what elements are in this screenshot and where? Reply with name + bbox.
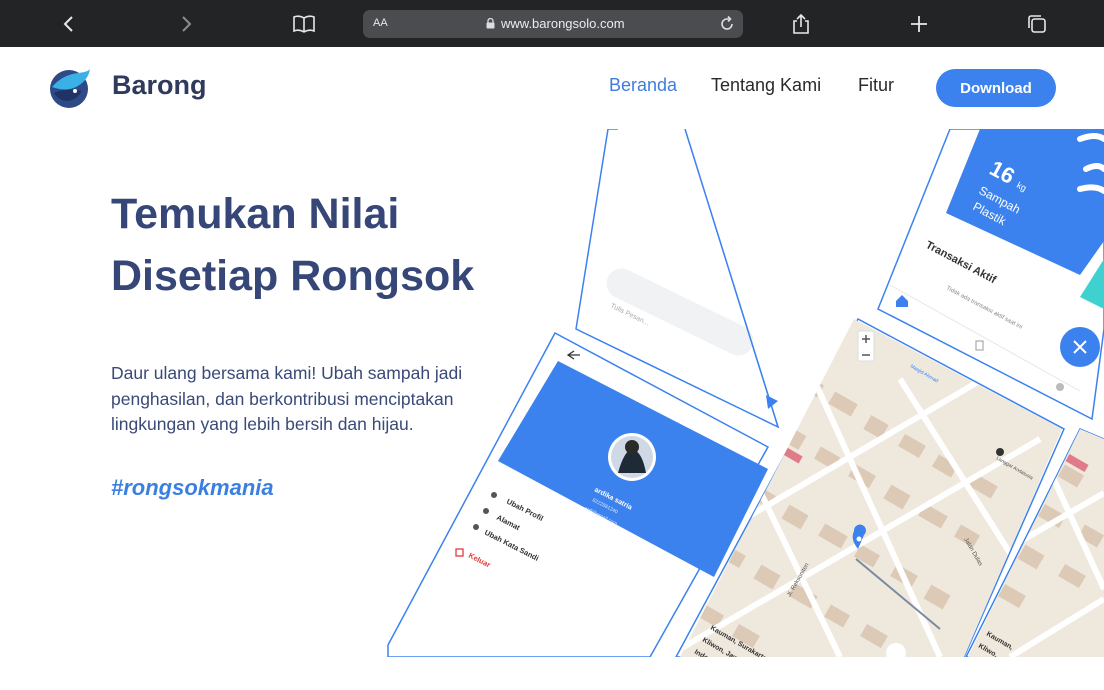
reader-aa-button[interactable]: AA — [373, 17, 388, 29]
book-icon[interactable] — [288, 8, 320, 40]
app-mockup-illustration: Tulis Pesan... Profil ardika satria 8222… — [380, 129, 1104, 657]
profile-nav-icon[interactable] — [1056, 383, 1064, 391]
hero-title-line1: Temukan Nilai — [111, 190, 400, 238]
nav-tentang-kami[interactable]: Tentang Kami — [711, 75, 821, 96]
download-button[interactable]: Download — [936, 69, 1056, 107]
tabs-icon[interactable] — [1021, 8, 1053, 40]
lock-icon — [486, 18, 495, 29]
browser-toolbar: AA www.barongsolo.com — [0, 0, 1104, 47]
brand-name[interactable]: Barong — [112, 70, 207, 101]
mockup-svg: Tulis Pesan... Profil ardika satria 8222… — [387, 129, 1104, 657]
reload-icon[interactable] — [717, 14, 737, 34]
forward-icon[interactable] — [170, 8, 202, 40]
key-icon — [473, 524, 479, 530]
pin-icon — [483, 508, 489, 514]
barong-logo-icon[interactable] — [48, 67, 92, 109]
nav-fitur[interactable]: Fitur — [858, 75, 894, 96]
back-icon[interactable] — [53, 8, 85, 40]
plus-icon[interactable] — [903, 8, 935, 40]
url-text: www.barongsolo.com — [501, 16, 625, 31]
site-header: Barong Beranda Tentang Kami Fitur Downlo… — [0, 47, 1104, 129]
hashtag: #rongsokmania — [111, 475, 274, 500]
mosque-icon — [996, 448, 1004, 456]
address-bar[interactable]: AA www.barongsolo.com — [363, 10, 743, 38]
nav-beranda[interactable]: Beranda — [609, 75, 677, 96]
share-icon[interactable] — [785, 8, 817, 40]
user-icon — [491, 492, 497, 498]
